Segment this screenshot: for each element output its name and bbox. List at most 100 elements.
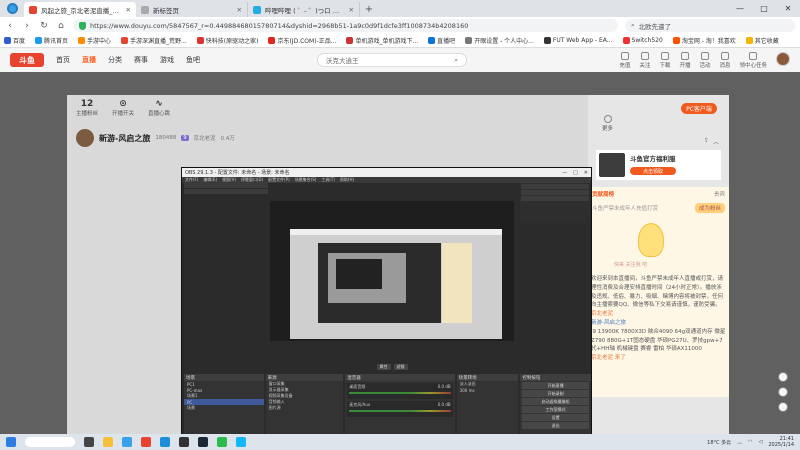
close-icon[interactable]: ✕ [349, 6, 354, 14]
chrome-icon[interactable] [141, 437, 151, 447]
obs-control-button[interactable]: 启动虚拟摄像机 [522, 398, 589, 405]
obs-window[interactable]: OBS 29.1.3 - 配置文件: 未命名 - 场景: 未命名 — □ ✕ 文… [181, 167, 592, 450]
properties-button[interactable]: 属性 [376, 364, 391, 370]
stat-heartbeat[interactable]: ∿ 直播心跳 [148, 99, 170, 117]
more-button[interactable]: 更多 [602, 115, 613, 132]
obs-menu-item[interactable]: 场景集合(S) [295, 177, 317, 183]
header-action[interactable]: 开播 [679, 51, 690, 69]
search-icon[interactable]: ⌕ [454, 56, 458, 65]
pc-client-button[interactable]: PC客户端 [681, 103, 717, 114]
obs-control-button[interactable]: 退出 [522, 422, 589, 429]
url-input[interactable]: https://www.douyu.com/5847567_r=0.449884… [73, 19, 618, 32]
close-window-button[interactable]: ✕ [776, 0, 800, 17]
bookmark-item[interactable]: 手游深渊直播_荒野... [121, 36, 187, 45]
browser-search-input[interactable]: ⌕ 北欧先遣了 [625, 19, 795, 32]
header-action[interactable]: 活动 [699, 51, 710, 69]
obs-control-button[interactable]: 开始录制 [522, 390, 589, 397]
bookmark-item[interactable]: 直播吧 [428, 36, 455, 45]
new-tab-button[interactable]: + [360, 2, 378, 17]
explorer-icon[interactable] [103, 437, 113, 447]
settings-icon[interactable] [778, 372, 788, 382]
bookmark-item[interactable]: 快科技(原驱动之家) [196, 36, 258, 45]
obs-control-button[interactable]: 设置 [522, 414, 589, 421]
reload-button[interactable]: ↻ [39, 21, 49, 31]
user-avatar[interactable] [776, 51, 790, 69]
back-button[interactable]: ‹ [5, 21, 15, 31]
header-action[interactable]: 消息 [719, 51, 730, 69]
nav-live[interactable]: 直播 [82, 55, 96, 65]
bookmark-item[interactable]: 开眼设置 - 个人中心... [465, 36, 534, 45]
nav-category[interactable]: 分类 [108, 55, 122, 65]
transition-duration[interactable]: 300 ms [457, 387, 519, 393]
close-icon[interactable]: ✕ [237, 6, 242, 14]
header-action[interactable]: 充值 [619, 51, 630, 69]
scroll-up-icon[interactable]: ︿ [713, 137, 719, 146]
start-icon[interactable] [6, 437, 16, 447]
minimize-icon[interactable]: — [562, 170, 567, 176]
obs-menu-item[interactable]: 帮助(H) [340, 177, 354, 183]
become-fan-button[interactable]: 成为粉丝 [694, 203, 725, 213]
browser-icon[interactable] [122, 437, 132, 447]
bookmark-item[interactable]: Switch520 [622, 37, 663, 44]
tab-bilibili[interactable]: 哔哩哔哩 ( ゜- ゜)つロ 干杯~ ✕ [248, 2, 360, 17]
bookmark-item[interactable]: 百度 [4, 36, 25, 45]
bookmark-item[interactable]: 京东(JD.COM)-正品... [268, 36, 336, 45]
bookmark-item[interactable]: 腾讯首页 [35, 36, 68, 45]
clock[interactable]: 21:41 2025/1/14 [768, 436, 794, 448]
obs-menu-item[interactable]: 配置文件(P) [268, 177, 290, 183]
welfare-card[interactable]: 斗鱼官方福利服 点击领取 [596, 150, 721, 180]
bookmark-item[interactable]: FUT Web App - EA... [543, 37, 613, 44]
minimize-button[interactable]: — [728, 0, 752, 17]
chevron-up-icon[interactable]: ︿ [737, 439, 742, 446]
obs-preview[interactable] [270, 201, 514, 341]
share-icon[interactable]: ⇪ [704, 137, 709, 146]
mixer-channel-desktop[interactable]: 桌面音频 0.0 dB [347, 383, 453, 399]
obs-control-button[interactable]: 工作室模式 [522, 406, 589, 413]
claim-button[interactable]: 点击领取 [630, 167, 676, 175]
bookmark-item[interactable]: 其它收藏 [745, 36, 779, 45]
tab-newtab[interactable]: 新标签页 ✕ [136, 2, 248, 17]
speaker-icon[interactable]: ◁ [759, 439, 763, 445]
taskview-icon[interactable] [84, 437, 94, 447]
nav-games[interactable]: 游戏 [160, 55, 174, 65]
top-icon[interactable] [778, 402, 788, 412]
browser-logo-icon[interactable] [0, 0, 24, 17]
source-item[interactable]: 图片源 [266, 405, 344, 411]
home-button[interactable]: ⌂ [56, 21, 66, 31]
douyu-logo[interactable]: 斗鱼 [10, 53, 44, 67]
mixer-channel-mic[interactable]: 麦克风/Aux 0.0 dB [347, 401, 453, 417]
obs-menu-item[interactable]: 工具(T) [321, 177, 335, 183]
header-action[interactable]: 关注 [639, 51, 650, 69]
tab-weekly-rank[interactable]: 贡献周榜 [592, 190, 614, 198]
header-action[interactable]: 下载 [659, 51, 670, 69]
weather[interactable]: 18°C 多云 [707, 439, 731, 446]
avatar[interactable] [76, 129, 94, 147]
stat-switch[interactable]: ⊙ 开播开关 [112, 99, 134, 117]
douyu-search-input[interactable]: 沃克大逍王 ⌕ [317, 53, 467, 67]
filters-button[interactable]: 滤镜 [393, 364, 408, 370]
close-icon[interactable]: ✕ [126, 6, 131, 14]
steam-icon[interactable] [198, 437, 208, 447]
nav-fishbar[interactable]: 鱼吧 [186, 55, 200, 65]
obs-control-button[interactable]: 开始直播 [522, 382, 589, 389]
nav-events[interactable]: 赛事 [134, 55, 148, 65]
maximize-button[interactable]: □ [752, 0, 776, 17]
refresh-icon[interactable] [778, 387, 788, 397]
bookmark-item[interactable]: 淘宝网 - 淘！我喜欢 [672, 36, 736, 45]
bookmark-item[interactable]: 单机游戏_单机游戏下... [346, 36, 418, 45]
scene-item[interactable]: 场景 [184, 405, 264, 411]
forward-button[interactable]: › [22, 21, 32, 31]
obs-icon[interactable] [179, 437, 189, 447]
edge-icon[interactable] [160, 437, 170, 447]
close-icon[interactable]: ✕ [584, 170, 588, 176]
header-action[interactable]: 领中心任务 [739, 51, 767, 69]
qq-icon[interactable] [236, 437, 246, 447]
tab-douyu[interactable]: 风起之旅_京北老泥直播_斗鱼 ✕ [24, 2, 136, 17]
stat-fans[interactable]: 12 主播粉丝 [76, 99, 98, 117]
search-icon[interactable] [25, 437, 75, 447]
maximize-icon[interactable]: □ [573, 170, 578, 176]
nav-home[interactable]: 首页 [56, 55, 70, 65]
bookmark-item[interactable]: 手游中心 [78, 36, 111, 45]
wifi-icon[interactable]: ◠ [748, 439, 752, 445]
wechat-icon[interactable] [217, 437, 227, 447]
